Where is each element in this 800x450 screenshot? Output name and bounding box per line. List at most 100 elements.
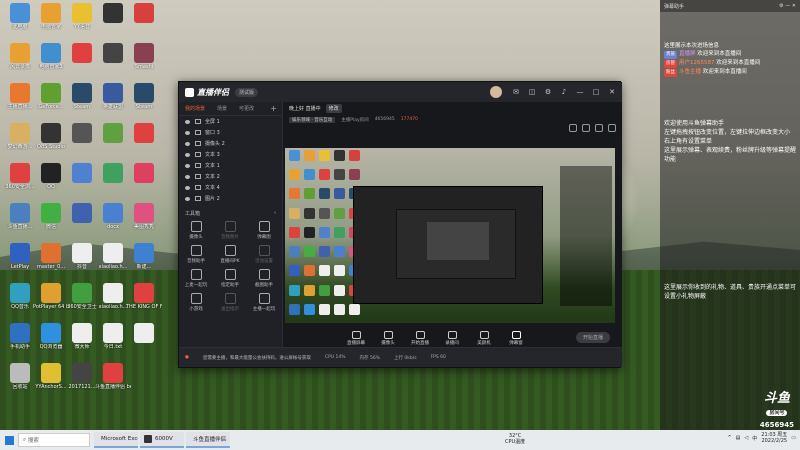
helper-tips: 欢迎使用斗鱼弹幕助手 左键拖拽按钮改变位置，左键拉伸边框改变大小 右上角有设置菜单这… [660,119,800,164]
fans-count: 177470 [400,117,418,122]
source-item[interactable]: 图片 2 [179,193,282,204]
gift-icon[interactable]: ◫ [526,86,538,98]
app-icon [72,203,92,223]
source-item[interactable]: 全屏 1 [179,116,282,127]
camera-icon [383,330,393,339]
app-icon [103,83,123,103]
start-button[interactable] [0,430,18,450]
desktop-icon[interactable] [126,122,162,162]
eye-icon[interactable] [185,163,190,168]
source-item[interactable]: 文本 1 [179,160,282,171]
tool-button[interactable]: 音频助手 [179,243,213,264]
desktop-icon[interactable]: 新建... [126,242,162,282]
tool-button[interactable]: 直播间PK [213,243,247,264]
weather-widget[interactable]: 32°C CPU温度 [505,433,525,445]
taskbar-app[interactable]: Microsoft Excel [94,432,138,448]
stream-preview[interactable] [285,148,615,323]
danmaku-header[interactable]: 弹幕助手 ⚙ — ✕ [660,0,800,12]
edit-title-button[interactable]: 修改 [325,104,342,113]
add-source-button[interactable]: + [270,104,277,113]
chat-username[interactable]: 斗鱼主播 [679,69,701,75]
network-icon[interactable]: ▤ [736,435,741,441]
minimize-icon[interactable]: — [574,86,586,98]
source-item[interactable]: 文本 4 [179,182,282,193]
tool-button[interactable]: 送出指示 [213,291,247,312]
tab-editable[interactable]: 可更改 [233,105,260,112]
danmaku-button[interactable]: 弹幕窗 [505,330,527,346]
recording-button[interactable]: 录播间 [441,330,463,346]
tool-icon [258,293,270,304]
stream-info-row: 娱乐领域 · 音乐互动 主播Play房间 4656945 177470 [283,115,622,124]
share-icon[interactable] [608,124,616,132]
go-live-button[interactable]: 开始直播 [576,332,610,343]
preview-app-icon [289,226,300,238]
clock[interactable]: 21:03 周五 2022/2/25 [761,432,787,444]
taskbar-app[interactable]: 6000V [140,432,184,448]
app-name: 直播伴侣 [197,87,229,97]
desktop-icon[interactable]: Steam [126,82,162,122]
desktop-icon[interactable] [126,322,162,362]
desktop-icon[interactable]: 美图秀秀 [126,202,162,242]
desktop-icon[interactable] [126,2,162,42]
toolbox-toggle-icon[interactable]: ‹ [274,210,276,217]
maximize-icon[interactable]: □ [590,86,602,98]
tool-button[interactable]: 弹幕图 [247,219,281,240]
chat-username[interactable]: 用户1265587 [679,60,715,66]
taskbar-app[interactable]: 斗鱼直播伴侣 [186,432,230,448]
tool-button[interactable]: 主播一起玩 [247,291,281,312]
tool-button[interactable]: 小游戏 [179,291,213,312]
message-icon[interactable]: ✉ [510,86,522,98]
eye-icon[interactable] [185,152,190,157]
danmaku-window-controls[interactable]: ⚙ — ✕ [779,3,796,9]
screen-capture-button[interactable]: 直播屏幕 [345,330,367,346]
volume-icon[interactable]: ◁ [744,435,748,441]
start-stream-button[interactable]: 开始直播 [409,330,431,346]
record-icon[interactable] [569,124,577,132]
layout-icon[interactable] [595,124,603,132]
tool-button[interactable]: 活动设置 [247,243,281,264]
eye-icon[interactable] [185,119,190,124]
eye-icon[interactable] [185,185,190,190]
notification-icon[interactable]: ▭ [791,435,796,441]
desktop-icon[interactable]: Smashi [126,42,162,82]
bell-icon[interactable]: ♪ [558,86,570,98]
eye-icon[interactable] [185,130,190,135]
taskbar-search[interactable]: ⌕ 搜索 [18,433,90,447]
camera-button[interactable]: 摄像头 [377,330,399,346]
source-item[interactable]: 文本 2 [179,171,282,182]
eye-icon[interactable] [185,196,190,201]
close-icon[interactable]: ✕ [606,86,618,98]
chat-line: 粉丝 斗鱼主播 欢迎来到本直播间 [660,68,800,77]
danmaku-helper-panel[interactable]: 弹幕助手 ⚙ — ✕ 这里展示本次进场信息 贵族 直播屏 欢迎来到本直播间 房管 用户12… [660,0,800,430]
source-item[interactable]: 摄像头 2 [179,138,282,149]
category-tag[interactable]: 娱乐领域 · 音乐互动 [289,116,336,123]
source-item[interactable]: 窗口 3 [179,127,282,138]
source-item[interactable]: 文本 3 [179,149,282,160]
screenshot-icon[interactable] [582,124,590,132]
tool-button[interactable]: 上麦一起玩 [179,267,213,288]
desktop-icon[interactable] [126,162,162,202]
chat-username[interactable]: 直播屏 [679,51,696,57]
avatar[interactable] [490,86,502,98]
window-titlebar[interactable]: 直播伴侣 测试版 ✉ ◫ ⚙ ♪ — □ ✕ [179,82,622,102]
tool-button[interactable]: 截图助手 [247,267,281,288]
preview-app-icon [289,284,300,296]
tool-label: 指定助手 [221,283,239,288]
tray-chevron-icon[interactable]: ^ [727,435,731,441]
tab-my-scenes[interactable]: 我的场景 [179,105,211,112]
ime-icon[interactable]: 中 [752,435,757,442]
tab-scenes[interactable]: 场景 [211,105,233,112]
tool-button[interactable]: 指定助手 [213,267,247,288]
chat-line: 这里展示本次进场信息 [660,42,800,50]
desktop-icon[interactable]: THE KING OF FIGHT... [126,282,162,322]
tool-label: 上麦一起玩 [184,283,208,288]
tool-button[interactable]: 摄像头 [179,219,213,240]
beauty-button[interactable]: 美颜机 [473,330,495,346]
settings-icon[interactable]: ⚙ [542,86,554,98]
eye-icon[interactable] [185,141,190,146]
desktop-icon[interactable]: 斗鱼直播伴侣 beta(0.7.42... [95,362,131,402]
tool-button[interactable]: 音频图片 [213,219,247,240]
eye-icon[interactable] [185,174,190,179]
live-companion-window: 直播伴侣 测试版 ✉ ◫ ⚙ ♪ — □ ✕ 我的场景 场景 可更改 + 全屏 … [178,81,622,368]
app-icon [103,283,123,303]
